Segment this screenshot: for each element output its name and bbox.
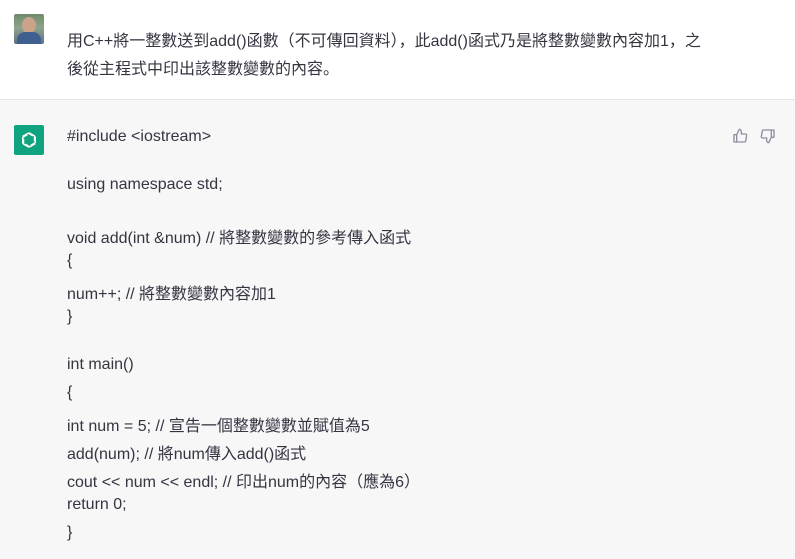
openai-logo-icon [14,125,44,155]
user-message-line: 後從主程式中印出該整數變數的內容。 [67,61,340,78]
user-avatar [14,14,44,44]
code-line: cout << num << endl; // 印出num的內容（應為6） [67,474,421,491]
thumbs-up-icon[interactable] [731,127,749,145]
code-line: int main() [67,356,134,373]
user-message-text: 用C++將一整數送到add()函數（不可傳回資料），此add()函式乃是將整數變… [67,28,727,84]
thumbs-down-icon[interactable] [759,127,777,145]
code-line: using namespace std; [67,176,223,193]
code-line: { [67,252,73,269]
code-line: } [67,524,73,541]
user-message-line: 用C++將一整數送到add()函數（不可傳回資料），此add()函式乃是將整數變… [67,33,701,50]
assistant-message-row: #include <iostream> using namespace std;… [0,100,795,559]
code-line: int num = 5; // 宣告一個整數變數並賦值為5 [67,418,370,435]
user-message-row: 用C++將一整數送到add()函數（不可傳回資料），此add()函式乃是將整數變… [0,0,795,100]
code-line: } [67,308,73,325]
code-line: num++; // 將整數變數內容加1 [67,286,276,303]
code-line: return 0; [67,496,127,513]
code-line: void add(int &num) // 將整數變數的參考傳入函式 [67,230,412,247]
code-line: { [67,384,73,401]
code-line: add(num); // 將num傳入add()函式 [67,446,307,463]
code-line: #include <iostream> [67,128,212,145]
